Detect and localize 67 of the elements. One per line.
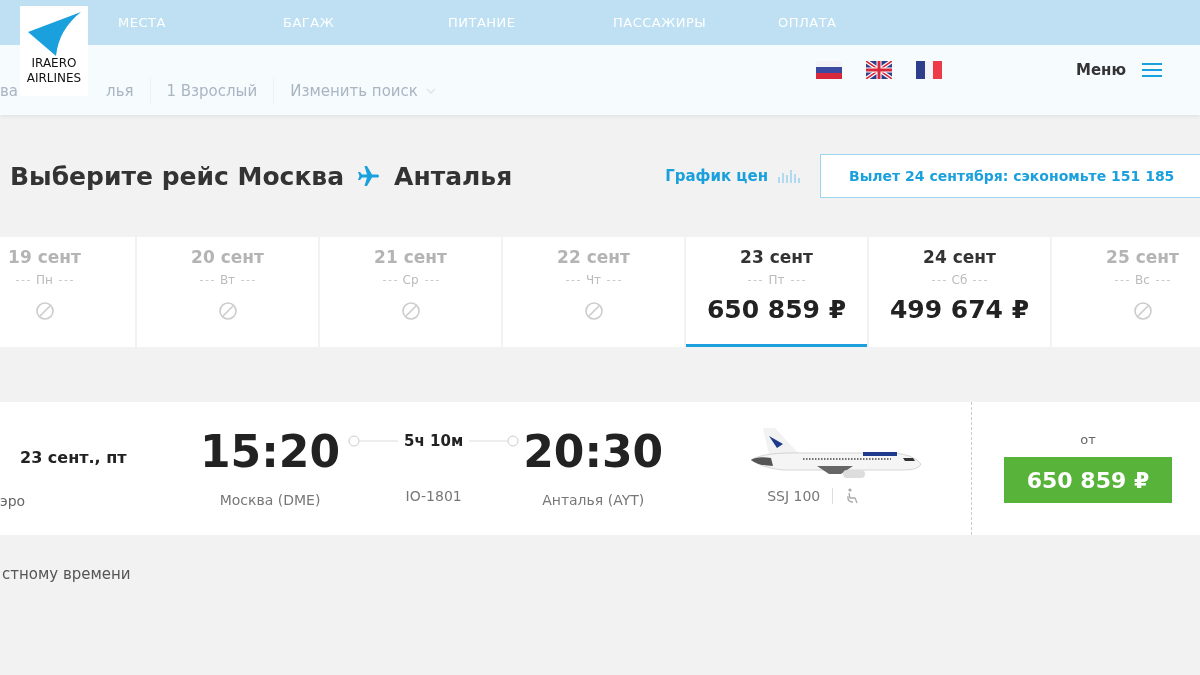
weekday-label: Вс: [1135, 273, 1150, 287]
weekday-label: Пн: [36, 273, 53, 287]
departure-time: 15:20: [200, 426, 341, 478]
flight-date: 23 сент., пт: [19, 448, 128, 467]
date-tab[interactable]: 25 сент Вс: [1052, 237, 1200, 347]
menu-icon: [1142, 62, 1162, 78]
weekday-label: Чт: [585, 273, 602, 287]
unavailable-icon: [217, 301, 238, 321]
search-summary-text: 1 Взрослый: [166, 82, 258, 100]
british-flag-icon[interactable]: [865, 61, 892, 79]
price-chart-link[interactable]: График цен: [665, 167, 800, 185]
airline-name: эро: [0, 493, 27, 509]
nav-tab[interactable]: ПАССАЖИРЫ: [613, 15, 778, 30]
logo[interactable]: IRAERO AIRLINES: [20, 6, 88, 96]
date-label: 20 сент: [191, 247, 264, 267]
price-label: от: [1080, 432, 1096, 447]
weekday-label: Ср: [402, 273, 419, 287]
price-text: 650 859 ₽: [706, 295, 847, 324]
weekday-label: Пт: [768, 273, 785, 287]
weekday-label: Вт: [219, 273, 236, 287]
date-label: 24 сент: [923, 247, 996, 267]
search-summary-text: лья: [106, 82, 134, 100]
flight-duration: 5ч 10м: [404, 432, 464, 450]
date-tab[interactable]: 19 сент Пн: [0, 237, 135, 347]
bar-chart-icon: [778, 169, 800, 183]
route-line-drawing: [469, 435, 520, 447]
unavailable-icon: [34, 301, 55, 321]
departure-airport: Москва (DME): [219, 492, 321, 508]
search-summary-text: ва: [0, 82, 19, 100]
promo-button[interactable]: Вылет 24 сентября: сэкономьте 151 185: [820, 154, 1200, 198]
weekday-label: Сб: [951, 273, 968, 287]
date-tab[interactable]: 22 сент Чт: [503, 237, 684, 347]
date-label: 22 сент: [557, 247, 630, 267]
date-tab[interactable]: 20 сент Вт: [137, 237, 318, 347]
date-tab[interactable]: 23 сент Пт 650 859 ₽: [686, 237, 867, 347]
nav-tab[interactable]: ОПЛАТА: [778, 15, 943, 30]
flight-number: IO-1801: [405, 488, 462, 504]
page-title: Выберите рейс Москва: [10, 161, 345, 191]
logo-text: AIRLINES: [26, 71, 82, 86]
unavailable-icon: [1132, 301, 1153, 321]
french-flag-icon[interactable]: [915, 61, 942, 79]
nav-tab[interactable]: МЕСТА: [118, 15, 283, 30]
logo-text: IRAERO: [31, 56, 77, 71]
logo-icon: [26, 10, 82, 56]
date-tab[interactable]: 24 сент Сб 499 674 ₽: [869, 237, 1050, 347]
date-label: 21 сент: [374, 247, 447, 267]
arrival-time: 20:30: [523, 426, 664, 478]
nav-tab[interactable]: ПИТАНИЕ: [448, 15, 613, 30]
footnote-text: стному времени: [2, 565, 132, 583]
price-text: 499 674 ₽: [889, 295, 1030, 324]
price-button[interactable]: 650 859 ₽: [1004, 457, 1172, 503]
seat-icon: [845, 488, 860, 504]
date-label: 19 сент: [8, 247, 81, 267]
russian-flag-icon[interactable]: [815, 61, 842, 79]
page-title: Анталья: [394, 161, 513, 191]
date-tab[interactable]: 21 сент Ср: [320, 237, 501, 347]
date-label: 25 сент: [1106, 247, 1179, 267]
menu-button[interactable]: Меню: [1075, 61, 1162, 79]
date-label: 23 сент: [740, 247, 813, 267]
caret-icon: [425, 88, 436, 94]
arrival-airport: Анталья (AYT): [542, 492, 645, 508]
aircraft-model: SSJ 100: [767, 488, 821, 504]
change-search-link[interactable]: Изменить поиск: [290, 82, 436, 100]
route-line-drawing: [348, 435, 399, 447]
unavailable-icon: [400, 301, 421, 321]
unavailable-icon: [583, 301, 604, 321]
nav-tab[interactable]: БАГАЖ: [283, 15, 448, 30]
